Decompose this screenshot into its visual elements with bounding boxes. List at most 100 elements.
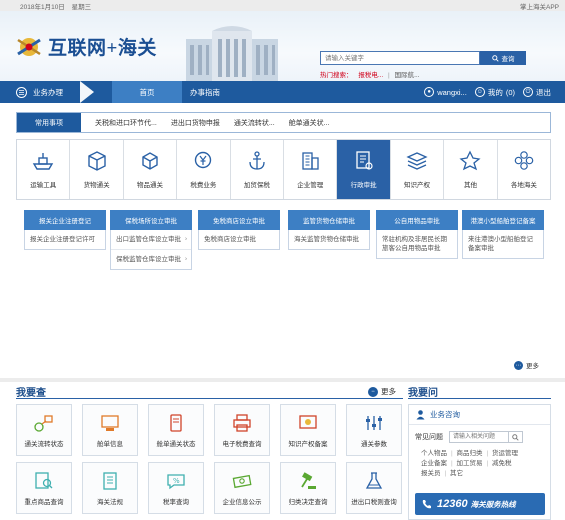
query-tile[interactable]: 通关流转状态: [16, 404, 72, 456]
query-tile[interactable]: % 税率查询: [148, 462, 204, 514]
query-more-button[interactable]: − 更多: [368, 386, 396, 397]
nav-home-tab[interactable]: 首页: [112, 81, 182, 103]
search-button[interactable]: 查询: [480, 51, 526, 65]
my-center-link[interactable]: ☺ 我的 (0): [474, 87, 515, 98]
category-local-customs[interactable]: 各地海关: [498, 140, 550, 199]
section-divider: [0, 378, 565, 382]
printer-icon: [233, 414, 251, 432]
query-tile[interactable]: 重点商品查询: [16, 462, 72, 514]
query-tile[interactable]: 进出口税则查询: [346, 462, 402, 514]
hot-search-label: 热门搜索：: [320, 72, 353, 79]
power-icon: ⏻: [523, 87, 533, 97]
category-tabs: 运输工具 货物通关 物品通关 税费业务 加贸保税 企业管理 行政审批 知识产权 …: [16, 139, 551, 200]
query-tile[interactable]: 舱单通关状态: [148, 404, 204, 456]
date-display: 2018年1月10日 星期三: [20, 1, 96, 11]
query-tile[interactable]: 企业信息公示: [214, 462, 270, 514]
flower-icon: [514, 151, 534, 170]
logout-button[interactable]: ⏻ 退出: [523, 87, 551, 98]
approval-item[interactable]: 免税商店设立审批: [199, 230, 279, 249]
query-tile[interactable]: 归类决定查询: [280, 462, 336, 514]
category-label: 税费业务: [190, 182, 217, 189]
faq-topic-link[interactable]: 减免税: [492, 460, 512, 467]
approval-item[interactable]: 报关企业注册登记许可: [25, 230, 105, 249]
quick-link[interactable]: 关税和进口环节代...: [95, 118, 157, 128]
hot-search-item[interactable]: 国际航...: [395, 72, 420, 79]
category-enterprise[interactable]: 企业管理: [284, 140, 338, 199]
menu-icon: [16, 86, 27, 98]
approval-more-button[interactable]: ⋯ 更多: [514, 360, 539, 370]
approval-column: 港澳小型船舶登记备案 来往港澳小型船舶登记备案审批: [462, 210, 544, 259]
phone-status-icon: [170, 414, 182, 432]
hot-search-item[interactable]: 报税电...: [358, 72, 383, 79]
yen-coin-icon: [195, 151, 212, 169]
minus-icon: −: [368, 386, 378, 397]
common-items-label: 常用事项: [17, 113, 81, 132]
faq-topic-link[interactable]: 加工贸易: [457, 460, 483, 467]
query-tile[interactable]: 知识产权备案: [280, 404, 336, 456]
approval-column-title[interactable]: 公自用物品审批: [376, 210, 458, 230]
category-ip[interactable]: 知识产权: [391, 140, 445, 199]
approval-item[interactable]: 保税监管仓库设立审批 ›: [111, 250, 191, 269]
more-icon: ⋯: [514, 360, 523, 370]
nav-arrow-decoration: [80, 81, 94, 103]
money-icon: [232, 474, 252, 489]
approval-submenu: 报关企业注册登记 报关企业注册登记许可 保税场所设立审批 出口监管仓库设立审批 ›…: [16, 202, 551, 372]
search-icon: [512, 433, 519, 441]
category-articles[interactable]: 物品通关: [124, 140, 178, 199]
category-bonded[interactable]: 加贸保税: [231, 140, 285, 199]
query-section-underline: [16, 398, 403, 399]
faq-search-button[interactable]: [509, 431, 523, 443]
approval-column-title[interactable]: 免税商店设立审批: [198, 210, 280, 230]
hotline-banner[interactable]: 12360 海关服务热线: [415, 493, 545, 515]
query-tile[interactable]: 海关法规: [82, 462, 138, 514]
category-label: 物品通关: [137, 182, 164, 189]
faq-topic-link[interactable]: 报关员: [421, 470, 441, 477]
approval-column-title[interactable]: 港澳小型船舶登记备案: [462, 210, 544, 230]
approval-item[interactable]: 来往港澳小型船舶登记备案审批: [463, 230, 543, 258]
category-other[interactable]: 其他: [444, 140, 498, 199]
mobile-app-link[interactable]: 掌上海关APP: [520, 1, 559, 11]
business-consult-link[interactable]: 业务咨询: [409, 405, 550, 425]
site-logo[interactable]: 互联网+海关: [14, 33, 157, 60]
user-account[interactable]: ● wangxi...: [424, 87, 467, 97]
category-transport[interactable]: 运输工具: [17, 140, 71, 199]
faq-topic-link[interactable]: 企业备案: [421, 460, 447, 467]
approval-column-title[interactable]: 保税场所设立审批: [110, 210, 192, 230]
faq-topic-link[interactable]: 其它: [450, 470, 463, 477]
faq-topic-link[interactable]: 商品归类: [457, 450, 483, 457]
chevron-right-icon: ›: [185, 256, 187, 262]
approval-column-title[interactable]: 报关企业注册登记: [24, 210, 106, 230]
category-tax[interactable]: 税费业务: [177, 140, 231, 199]
quick-link[interactable]: 进出口货物申报: [171, 118, 220, 128]
message-count: (0): [505, 87, 515, 97]
query-tile[interactable]: 电子税费查询: [214, 404, 270, 456]
logout-label: 退出: [536, 87, 551, 97]
nav-guide-tab[interactable]: 办事指南: [190, 81, 220, 103]
faq-search-input[interactable]: [449, 431, 509, 443]
query-tile[interactable]: 舱单信息: [82, 404, 138, 456]
approval-item[interactable]: 出口监管仓库设立审批 ›: [111, 230, 191, 250]
approval-column: 公自用物品审批 常驻机构及非居民长期旅客公自用物品审批: [376, 210, 458, 259]
svg-text:%: %: [173, 477, 180, 485]
search-input[interactable]: [320, 51, 480, 65]
category-goods[interactable]: 货物通关: [70, 140, 124, 199]
category-approval[interactable]: 行政审批: [337, 140, 391, 199]
approval-column-title[interactable]: 监管货物仓储审批: [288, 210, 370, 230]
quick-link[interactable]: 舱单通关状...: [289, 118, 330, 128]
approval-item[interactable]: 海关监管货物仓储审批: [289, 230, 369, 249]
approval-item[interactable]: 常驻机构及非居民长期旅客公自用物品审批: [377, 230, 457, 258]
business-consult-label: 业务咨询: [430, 410, 460, 419]
header-banner: 互联网+海关 查询 热门搜索： 报税电... | 国际航...: [0, 11, 565, 81]
query-more-label: 更多: [381, 387, 396, 396]
certificate-icon: [299, 415, 317, 429]
anchor-icon: [249, 151, 265, 170]
business-menu-label: 业务办理: [33, 87, 63, 97]
faq-topic-link[interactable]: 货运管理: [492, 450, 518, 457]
category-label: 其他: [463, 182, 477, 189]
query-tile[interactable]: 通关参数: [346, 404, 402, 456]
faq-topic-link[interactable]: 个人物品: [421, 450, 447, 457]
quick-link[interactable]: 通关流转状...: [234, 118, 275, 128]
date-text: 2018年1月10日: [20, 3, 65, 11]
sliders-icon: [366, 416, 382, 430]
customs-emblem-icon: [14, 34, 44, 60]
